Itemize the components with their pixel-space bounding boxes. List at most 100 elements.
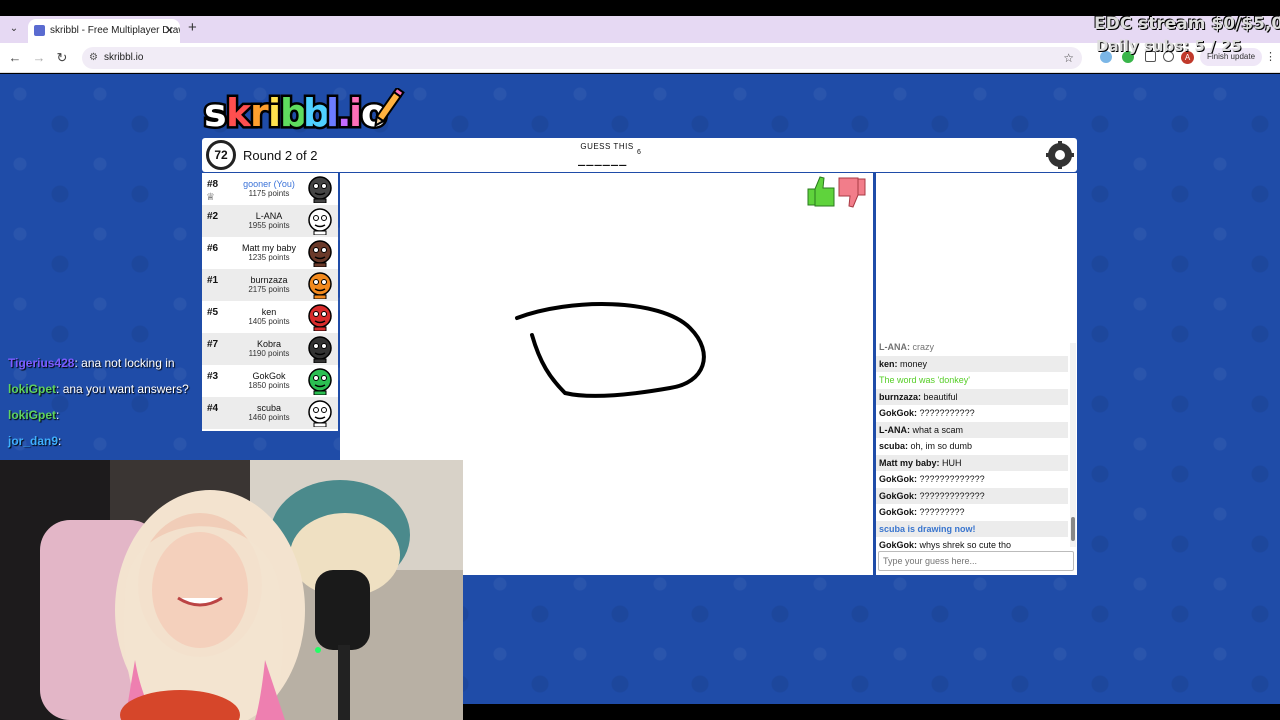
player-points: 1235 points xyxy=(248,253,290,262)
player-avatar xyxy=(308,336,332,363)
crown-icon: ♕ xyxy=(206,192,215,203)
chat-message: GokGok: ????????????? xyxy=(876,487,1068,504)
chat-text: crazy xyxy=(912,342,935,352)
chat-user: ken xyxy=(879,358,895,369)
player-points: 1175 points xyxy=(248,189,290,198)
svg-text:s: s xyxy=(204,91,227,134)
chat-message: Matt my baby: HUH xyxy=(876,454,1068,471)
player-rank: #1 xyxy=(207,275,219,286)
chat-text: what a scam xyxy=(912,424,964,435)
stream-chat-message: lokiGpet: xyxy=(8,408,60,422)
browser-toolbar: ← → ↻ ⚙ skribbl.io ☆ A Finish update ⋮ xyxy=(0,43,1280,73)
player-points: 1955 points xyxy=(248,221,290,230)
stream-chat-text: ana you want answers? xyxy=(62,382,189,396)
player-row[interactable]: #6 Matt my baby 1235 points xyxy=(202,237,338,269)
stream-chat-overlay: Tigerius428: ana not locking in lokiGpet:… xyxy=(8,330,268,455)
chat-scroll-thumb[interactable] xyxy=(1071,517,1075,541)
rating-buttons xyxy=(807,176,866,208)
chat-user: L-ANA xyxy=(879,342,907,352)
stream-goal-overlay: EDC stream $0/$5,000 xyxy=(1094,14,1280,34)
browser-tab-bar: ⌄ skribbl - Free Multiplayer Drawing ✕ + xyxy=(0,16,1280,43)
bookmark-star-icon[interactable]: ☆ xyxy=(1063,47,1074,69)
chat-user: L-ANA xyxy=(879,424,907,435)
timer-clock: 72 xyxy=(206,140,236,170)
chat-user: GokGok xyxy=(879,540,915,550)
chat-text: beautiful xyxy=(923,391,958,402)
chat-text: whys shrek so cute tho xyxy=(919,540,1012,550)
chat-text: ????????? xyxy=(919,507,965,517)
skribbl-logo: s k r i b b l . i o xyxy=(202,88,405,134)
chat-text: money xyxy=(900,358,928,369)
chat-message: scuba is drawing now! xyxy=(876,520,1068,537)
stream-chat-user: Tigerius428 xyxy=(8,356,75,370)
chat-message: The word was 'donkey' xyxy=(876,372,1068,388)
player-avatar xyxy=(308,400,332,427)
thumbs-up-icon[interactable] xyxy=(807,176,835,207)
player-avatar xyxy=(308,272,332,299)
more-menu-icon[interactable]: ⋮ xyxy=(1265,50,1276,63)
player-row[interactable]: #2 L-ANA 1955 points xyxy=(202,205,338,237)
chat-message: ken: money xyxy=(876,355,1068,372)
site-info-icon[interactable]: ⚙ xyxy=(89,47,98,69)
player-avatar xyxy=(308,240,332,267)
chat-user: GokGok xyxy=(879,474,915,484)
reload-icon[interactable]: ↻ xyxy=(53,49,71,67)
chat-user: Matt my baby xyxy=(879,457,937,468)
stream-chat-message: jor_dan9: xyxy=(8,434,62,448)
chat-text: ??????????? xyxy=(919,408,975,418)
chat-text: The word was 'donkey' xyxy=(879,375,970,385)
chat-text: HUH xyxy=(942,457,962,468)
player-points: 1405 points xyxy=(248,317,290,326)
guess-input[interactable] xyxy=(878,551,1074,571)
player-avatar xyxy=(308,208,332,235)
address-bar[interactable]: ⚙ skribbl.io ☆ xyxy=(82,47,1082,69)
player-name: L-ANA xyxy=(255,211,283,221)
chat-message: GokGok: ????????????? xyxy=(879,474,985,484)
player-name: gooner (You) xyxy=(243,179,295,189)
favicon-icon xyxy=(34,25,45,36)
chat-message: GokGok: ????????? xyxy=(879,507,965,517)
back-icon[interactable]: ← xyxy=(6,49,24,67)
chat-message: burnzaza: beautiful xyxy=(876,388,1068,405)
settings-gear-icon[interactable] xyxy=(1046,141,1074,169)
browser-tab[interactable]: skribbl - Free Multiplayer Drawing ✕ xyxy=(28,19,180,43)
stream-chat-user: jor_dan9 xyxy=(8,434,59,448)
thumbs-down-icon[interactable] xyxy=(838,177,866,208)
stream-chat-user: lokiGpet xyxy=(8,382,57,396)
round-indicator: Round 2 of 2 xyxy=(243,148,318,163)
player-row[interactable]: #8 gooner (You) 1175 points ♕ xyxy=(202,173,338,205)
chat-message: L-ANA: what a scam xyxy=(876,421,1068,438)
stream-chat-user: lokiGpet xyxy=(8,408,57,422)
chat-user: GokGok xyxy=(879,408,915,418)
chat-text: oh, im so dumb xyxy=(910,441,973,451)
game-top-bar: 72 Round 2 of 2 GUESS THIS ______ 6 xyxy=(202,138,1077,172)
player-rank: #6 xyxy=(207,243,219,254)
stream-chat-text: ana not locking in xyxy=(81,356,175,370)
player-name: ken xyxy=(261,307,277,317)
player-rank: #5 xyxy=(207,307,219,318)
word-hint: ______ xyxy=(578,152,628,166)
chat-text: ????????????? xyxy=(919,490,985,501)
player-points: 2175 points xyxy=(248,285,290,294)
new-tab-icon[interactable]: + xyxy=(188,19,197,36)
chat-panel: L-ANA: crazy ken: money The word was 'donk… xyxy=(876,173,1077,575)
chat-text: scuba is drawing now! xyxy=(879,523,976,534)
player-row[interactable]: #1 burnzaza 2175 points xyxy=(202,269,338,301)
tab-title: skribbl - Free Multiplayer Drawing xyxy=(50,25,180,36)
player-rank: #2 xyxy=(207,211,219,222)
url-text: skribbl.io xyxy=(104,52,144,63)
player-name: Matt my baby xyxy=(241,243,297,253)
stream-chat-message: lokiGpet: ana you want answers? xyxy=(8,382,189,396)
player-row[interactable]: #5 ken 1405 points xyxy=(202,301,338,333)
stream-subs-overlay: Daily subs: 5 / 25 xyxy=(1096,37,1242,55)
player-name: burnzaza xyxy=(250,275,288,285)
tab-search-icon[interactable]: ⌄ xyxy=(6,21,22,37)
forward-icon[interactable]: → xyxy=(30,49,48,67)
chat-message: L-ANA: crazy xyxy=(879,342,935,352)
close-tab-icon[interactable]: ✕ xyxy=(165,19,174,43)
chat-user: burnzaza xyxy=(879,391,919,402)
svg-text:r: r xyxy=(250,91,269,134)
chat-text: ????????????? xyxy=(919,474,985,484)
chat-user: scuba xyxy=(879,441,906,451)
svg-text:k: k xyxy=(226,91,252,134)
